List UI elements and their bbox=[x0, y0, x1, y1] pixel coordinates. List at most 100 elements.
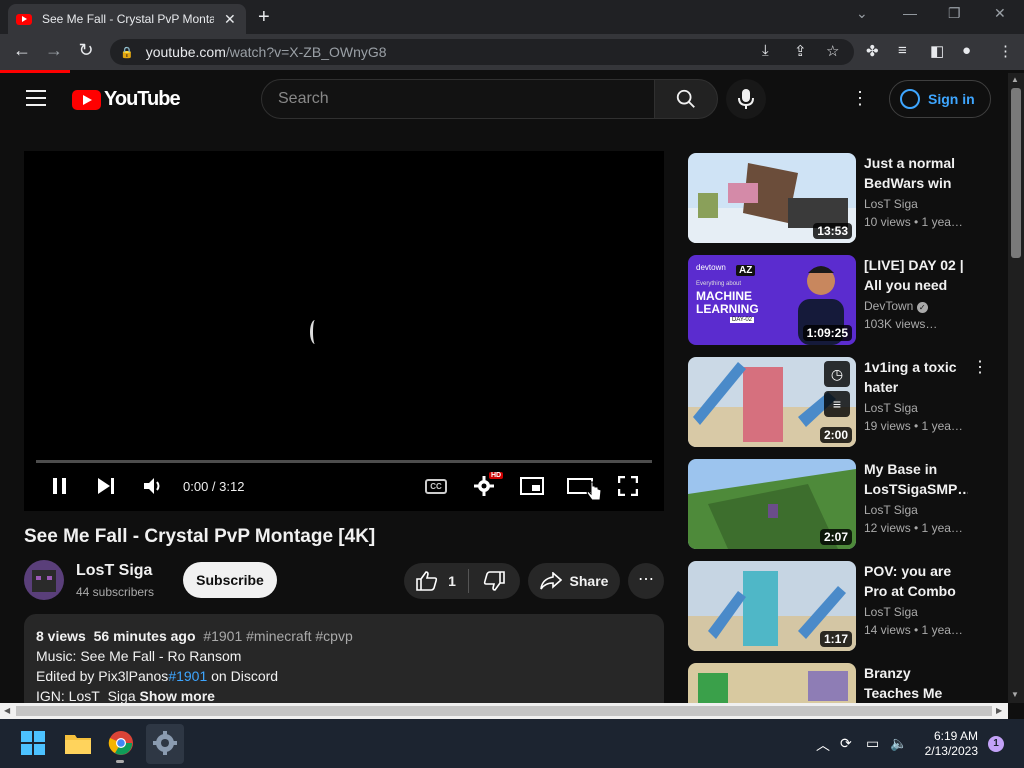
search-input[interactable]: Search bbox=[261, 79, 655, 119]
video-description[interactable]: 8 views 56 minutes ago #1901 #minecraft … bbox=[24, 614, 664, 714]
youtube-logo[interactable]: YouTube bbox=[72, 88, 181, 111]
browser-menu-icon[interactable]: ⋮ bbox=[998, 42, 1013, 60]
subscribe-button[interactable]: Subscribe bbox=[183, 562, 277, 598]
browser-tab[interactable]: See Me Fall - Crystal PvP Montag ✕ bbox=[8, 4, 246, 34]
recommended-video[interactable]: Branzy Teaches Me Poker bbox=[688, 663, 988, 703]
mouse-cursor-icon bbox=[586, 480, 602, 507]
progress-scrubber[interactable] bbox=[36, 460, 652, 463]
hashtags[interactable]: #1901 #minecraft #cpvp bbox=[203, 628, 352, 644]
recommended-channel[interactable]: LosT Siga bbox=[864, 605, 918, 619]
address-bar[interactable]: 🔒 youtube.com/watch?v=X-ZB_OWnyG8 bbox=[110, 39, 854, 65]
new-tab-button[interactable]: + bbox=[258, 6, 270, 29]
video-thumbnail[interactable]: 13:53 bbox=[688, 153, 856, 243]
recommended-video[interactable]: ◷ ≡ 2:00 1v1ing a toxic hater LosT Siga … bbox=[688, 357, 988, 449]
recommended-title[interactable]: Just a normal BedWars win bbox=[864, 153, 968, 193]
next-video-button[interactable] bbox=[96, 476, 116, 501]
tab-search-icon[interactable]: ⌄ bbox=[856, 5, 868, 22]
add-to-queue-icon[interactable]: ≡ bbox=[824, 391, 850, 417]
share-page-icon[interactable]: ⇪ bbox=[794, 42, 807, 60]
recommended-video[interactable]: 13:53 Just a normal BedWars win LosT Sig… bbox=[688, 153, 988, 245]
miniplayer-button[interactable] bbox=[520, 476, 544, 501]
description-hashtag-link[interactable]: #1901 bbox=[168, 668, 207, 684]
scroll-up-arrow-icon[interactable]: ▲ bbox=[1011, 75, 1019, 84]
recommended-stats: 12 views • 1 yea… bbox=[864, 521, 963, 535]
sign-in-button[interactable]: Sign in bbox=[889, 80, 991, 118]
video-thumbnail[interactable]: devtown AZ Everything about MACHINE LEAR… bbox=[688, 255, 856, 345]
dislike-button[interactable] bbox=[470, 563, 518, 599]
update-sync-icon[interactable]: ⟳ bbox=[840, 735, 852, 752]
share-button[interactable]: Share bbox=[528, 563, 620, 599]
hamburger-menu-icon[interactable] bbox=[26, 90, 46, 106]
side-panel-icon[interactable]: ◧ bbox=[930, 42, 944, 60]
video-thumbnail[interactable] bbox=[688, 663, 856, 703]
recommended-video[interactable]: 2:07 My Base in LosTSigaSMP… LosT Siga 1… bbox=[688, 459, 988, 551]
share-arrow-icon bbox=[539, 572, 562, 590]
recommended-title[interactable]: Branzy Teaches Me Poker bbox=[864, 663, 968, 703]
minimize-window-button[interactable]: — bbox=[903, 5, 917, 21]
back-arrow-icon[interactable]: ← bbox=[10, 40, 34, 61]
video-duration: 2:00 bbox=[819, 427, 852, 443]
media-controls-icon[interactable]: ≡ bbox=[898, 42, 907, 59]
scroll-down-arrow-icon[interactable]: ▼ bbox=[1011, 690, 1019, 699]
settings-button[interactable] bbox=[474, 476, 494, 501]
tab-title: See Me Fall - Crystal PvP Montag bbox=[42, 12, 214, 26]
profile-icon[interactable]: ● bbox=[962, 42, 971, 59]
scroll-right-arrow-icon[interactable]: ▶ bbox=[996, 706, 1002, 715]
recommended-channel[interactable]: DevTown ✓ bbox=[864, 299, 928, 313]
bookmark-star-icon[interactable]: ☆ bbox=[826, 42, 839, 60]
video-thumbnail[interactable]: ◷ ≡ 2:00 bbox=[688, 357, 856, 447]
video-options-kebab-icon[interactable]: ⋮ bbox=[972, 357, 988, 377]
chrome-icon[interactable] bbox=[108, 730, 136, 758]
account-circle-icon bbox=[900, 89, 920, 109]
like-count: 1 bbox=[448, 573, 456, 589]
channel-name[interactable]: LosT Siga bbox=[76, 562, 152, 580]
horizontal-scroll-thumb[interactable] bbox=[16, 706, 992, 716]
scroll-left-arrow-icon[interactable]: ◀ bbox=[4, 706, 10, 715]
subtitles-button[interactable]: CC bbox=[425, 479, 447, 494]
settings-kebab-icon[interactable]: ⋮ bbox=[850, 88, 870, 109]
recommended-video[interactable]: 1:17 POV: you are Pro at Combo … LosT Si… bbox=[688, 561, 988, 653]
more-actions-icon[interactable]: ⋯ bbox=[628, 563, 664, 599]
install-app-icon[interactable]: ⤓ bbox=[762, 42, 769, 59]
vertical-scroll-thumb[interactable] bbox=[1011, 88, 1021, 258]
recommended-title[interactable]: [LIVE] DAY 02 | All you need t… bbox=[864, 255, 968, 295]
settings-gear-icon[interactable] bbox=[152, 730, 180, 758]
restore-window-button[interactable]: ❐ bbox=[948, 5, 961, 22]
windows-start-icon[interactable] bbox=[20, 730, 48, 758]
search-button[interactable] bbox=[654, 79, 718, 119]
tab-close-icon[interactable]: ✕ bbox=[224, 11, 236, 28]
reload-icon[interactable]: ↻ bbox=[74, 40, 98, 61]
share-label: Share bbox=[569, 573, 609, 589]
recommended-channel[interactable]: LosT Siga bbox=[864, 503, 918, 517]
file-explorer-icon[interactable] bbox=[64, 730, 92, 758]
description-line: Music: See Me Fall - Ro Ransom bbox=[36, 648, 242, 664]
channel-avatar[interactable] bbox=[24, 560, 64, 600]
show-more-button[interactable]: Show more bbox=[140, 688, 215, 704]
description-text: Edited by Pix3lPanos bbox=[36, 668, 169, 684]
recommended-channel[interactable]: LosT Siga bbox=[864, 197, 918, 211]
like-button[interactable]: 1 bbox=[404, 563, 468, 599]
video-player[interactable] bbox=[24, 151, 664, 511]
skip-next-icon bbox=[98, 478, 114, 494]
recommended-title[interactable]: 1v1ing a toxic hater bbox=[864, 357, 968, 397]
recommended-title[interactable]: POV: you are Pro at Combo … bbox=[864, 561, 968, 601]
video-thumbnail[interactable]: 1:17 bbox=[688, 561, 856, 651]
network-icon[interactable]: ▭ bbox=[866, 735, 879, 752]
pause-button[interactable] bbox=[50, 476, 70, 501]
recommended-title[interactable]: My Base in LosTSigaSMP… bbox=[864, 459, 968, 499]
forward-arrow-icon[interactable]: → bbox=[42, 40, 66, 61]
taskbar-clock[interactable]: 6:19 AM 2/13/2023 bbox=[918, 729, 978, 759]
mute-button[interactable] bbox=[143, 476, 165, 501]
extensions-puzzle-icon[interactable]: ✤ bbox=[866, 42, 879, 60]
video-duration: 2:07 bbox=[819, 529, 852, 545]
watch-later-clock-icon[interactable]: ◷ bbox=[824, 361, 850, 387]
recommended-video[interactable]: devtown AZ Everything about MACHINE LEAR… bbox=[688, 255, 988, 347]
close-window-button[interactable]: ✕ bbox=[994, 5, 1006, 22]
speaker-volume-icon[interactable]: 🔈 bbox=[890, 735, 907, 752]
video-thumbnail[interactable]: 2:07 bbox=[688, 459, 856, 549]
voice-search-button[interactable] bbox=[726, 79, 766, 119]
fullscreen-button[interactable] bbox=[617, 475, 639, 501]
notification-badge[interactable]: 1 bbox=[988, 736, 1004, 752]
show-hidden-icons-chevron-icon[interactable]: ︿ bbox=[816, 735, 830, 755]
recommended-channel[interactable]: LosT Siga bbox=[864, 401, 918, 415]
